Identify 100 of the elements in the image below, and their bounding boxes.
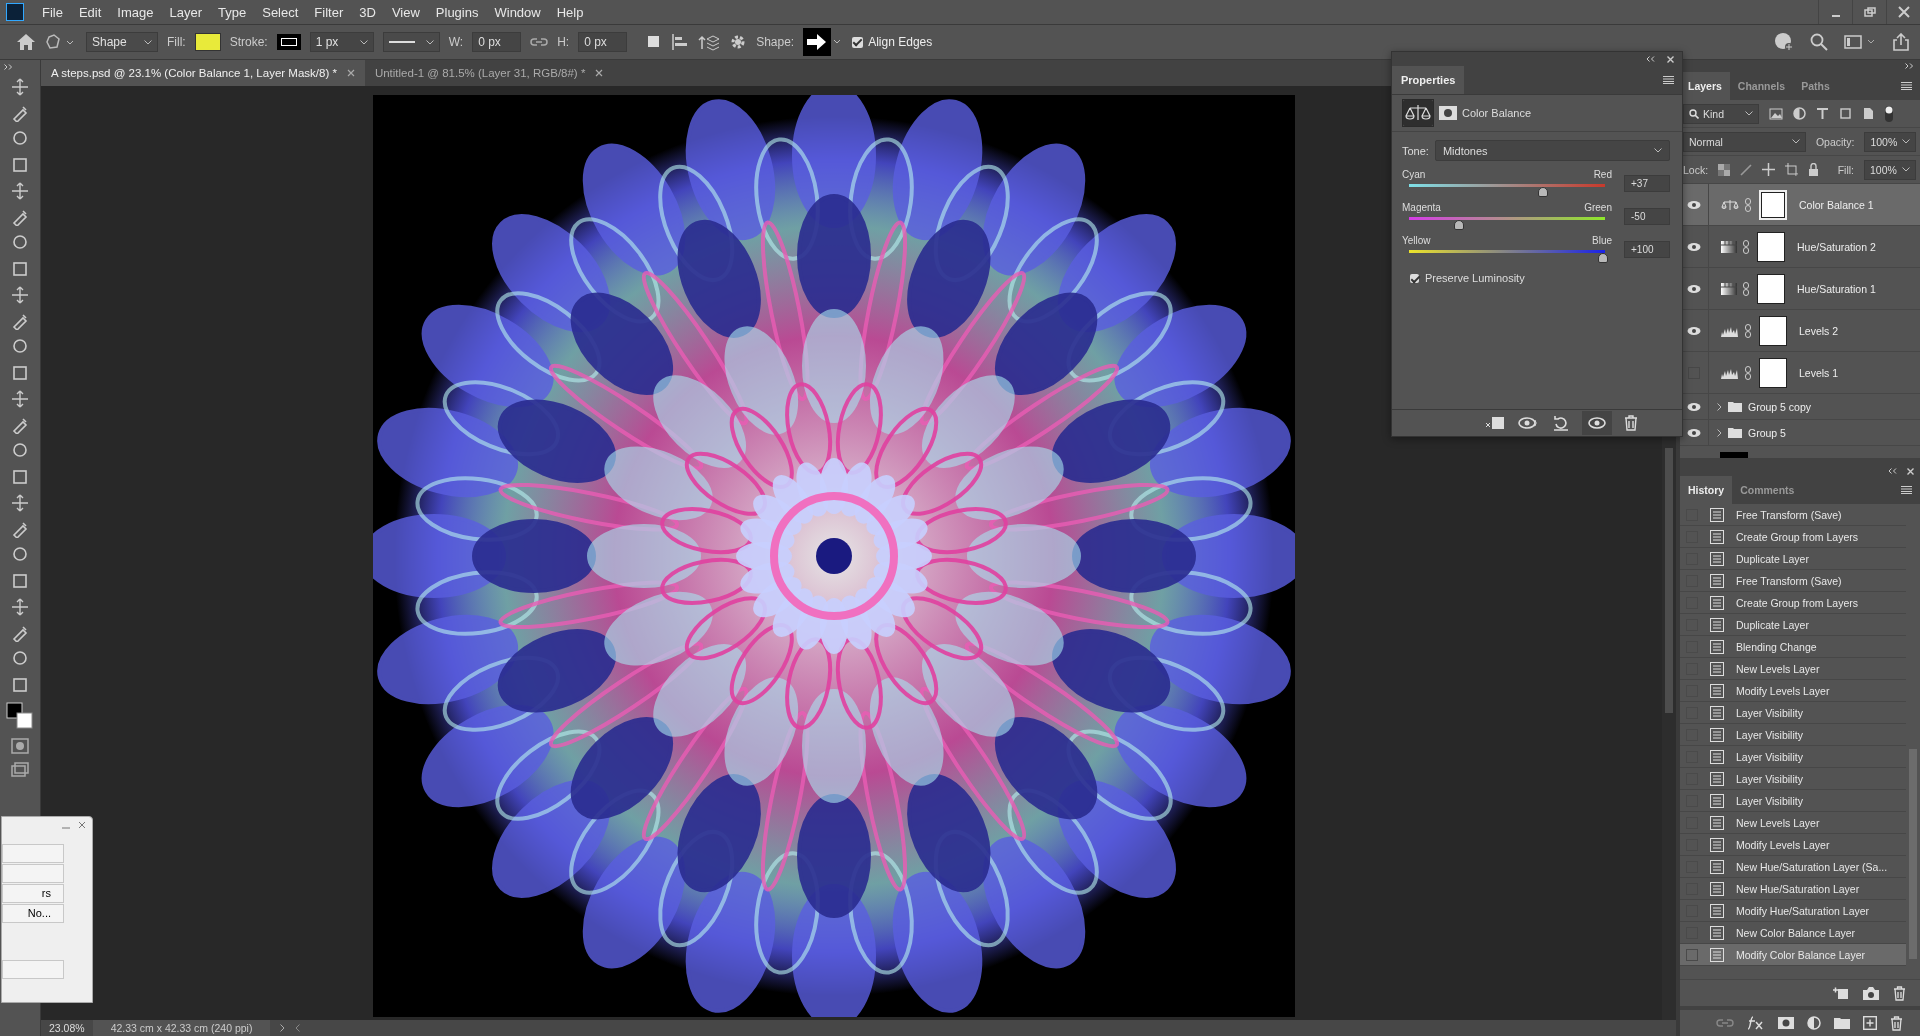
panel-tab[interactable]: Comments [1732, 476, 1803, 504]
chain-link-icon[interactable] [1743, 239, 1749, 254]
fill-color-swatch[interactable] [194, 33, 221, 51]
menu-item[interactable]: Image [109, 4, 162, 20]
close-icon[interactable] [595, 69, 604, 77]
slider-thumb[interactable] [1598, 253, 1608, 263]
menu-item[interactable]: Window [486, 4, 549, 20]
layer-row[interactable]: Hue/Saturation 2 [1680, 226, 1920, 268]
panel-tab[interactable]: Paths [1793, 72, 1838, 100]
layer-row[interactable]: Group 5 [1680, 420, 1920, 446]
stroke-color-swatch[interactable] [276, 34, 301, 50]
history-item[interactable]: Duplicate Layer [1680, 614, 1906, 636]
checker-icon[interactable] [1718, 163, 1731, 176]
reset-icon[interactable] [1552, 415, 1570, 431]
eye-icon[interactable] [1687, 199, 1701, 210]
chevron-right-icon[interactable] [1717, 428, 1722, 437]
artboard-icon[interactable] [1785, 163, 1799, 176]
folder-icon[interactable] [1834, 1017, 1850, 1029]
history-item[interactable]: Layer Visibility [1680, 702, 1906, 724]
history-item[interactable]: Layer Visibility [1680, 790, 1906, 812]
history-item[interactable]: Layer Visibility [1680, 724, 1906, 746]
zoom-level[interactable]: 23.08% [41, 1022, 93, 1034]
home-icon[interactable] [16, 33, 36, 51]
history-item[interactable]: Free Transform (Save) [1680, 504, 1906, 526]
layer-row[interactable]: Levels 1 [1680, 352, 1920, 394]
new-document-icon[interactable] [1833, 986, 1849, 1000]
trash-icon[interactable] [1890, 1015, 1903, 1031]
panel-tab[interactable]: Channels [1729, 72, 1794, 100]
panel-tab[interactable]: Layers [1680, 72, 1730, 100]
eye-icon[interactable] [1687, 325, 1701, 336]
smart-object-filter-icon[interactable] [1862, 107, 1875, 120]
layer-row[interactable]: Group 5 copy [1680, 394, 1920, 420]
menu-item[interactable]: View [383, 4, 428, 20]
history-item[interactable]: Modify Levels Layer [1680, 834, 1906, 856]
width-field[interactable]: 0 px [472, 32, 522, 52]
height-field[interactable]: 0 px [578, 32, 628, 52]
scrollbar-thumb[interactable] [1665, 448, 1673, 713]
tool-mode-dropdown[interactable]: Shape [86, 32, 158, 52]
scrollbar-thumb[interactable] [1909, 749, 1917, 959]
align-icon[interactable] [671, 33, 690, 51]
tone-dropdown[interactable]: Midtones [1434, 140, 1670, 161]
close-icon[interactable] [346, 69, 355, 77]
stroke-type-dropdown[interactable] [382, 32, 440, 52]
mask-icon[interactable] [1439, 106, 1457, 120]
clip-icon[interactable] [1484, 415, 1506, 431]
arrange-icon[interactable] [698, 33, 721, 51]
eye-icon[interactable] [1687, 283, 1701, 294]
filter-toggle-icon[interactable] [1885, 105, 1893, 122]
history-item[interactable]: Modify Color Balance Layer [1680, 944, 1906, 966]
value-field[interactable]: +100 [1624, 241, 1670, 258]
app-logo-icon[interactable] [6, 3, 24, 21]
eye-toggle-icon[interactable] [1518, 415, 1540, 431]
menu-item[interactable]: Type [210, 4, 255, 20]
expand-icon[interactable] [4, 64, 13, 70]
menu-item[interactable]: Plugins [427, 4, 487, 20]
move-icon[interactable] [11, 78, 29, 96]
filter-dropdown[interactable]: Kind [1683, 103, 1759, 124]
history-item[interactable]: Layer Visibility [1680, 768, 1906, 790]
opacity-field[interactable]: 100% [1864, 131, 1916, 152]
workspace-icon[interactable] [1844, 34, 1876, 50]
collapse-icon[interactable] [1888, 468, 1897, 474]
eye-icon[interactable] [1687, 427, 1701, 438]
effects-icon[interactable] [1747, 1016, 1765, 1030]
new-layer-icon[interactable] [1863, 1016, 1877, 1030]
layer-row[interactable]: Hue/Saturation 1 [1680, 268, 1920, 310]
history-item[interactable]: New Levels Layer [1680, 812, 1906, 834]
menu-item[interactable]: File [34, 4, 71, 20]
menu-item[interactable]: Layer [161, 4, 211, 20]
chain-link-icon[interactable] [1743, 281, 1749, 296]
eye-icon[interactable] [1687, 401, 1701, 412]
eye-icon[interactable] [1687, 241, 1701, 252]
menu-item[interactable]: Filter [306, 4, 352, 20]
image-filter-icon[interactable] [1769, 107, 1783, 120]
chevron-left-icon[interactable] [295, 1024, 301, 1032]
menu-item[interactable]: 3D [351, 4, 384, 20]
history-item[interactable]: Modify Hue/Saturation Layer [1680, 900, 1906, 922]
trash-icon[interactable] [1893, 985, 1906, 1001]
screen-mode-icon[interactable] [11, 762, 29, 778]
chain-link-icon[interactable] [1745, 197, 1751, 212]
layer-mask-thumbnail[interactable] [1757, 231, 1785, 262]
menu-item[interactable]: Help [548, 4, 592, 20]
collapse-icon[interactable] [1646, 56, 1655, 62]
blend-mode-dropdown[interactable]: Normal [1683, 131, 1806, 152]
shape-filter-icon[interactable] [1839, 107, 1852, 120]
slider-thumb[interactable] [1454, 220, 1464, 230]
adjustment-icon[interactable] [1807, 1016, 1821, 1030]
mask-icon[interactable] [1778, 1017, 1794, 1029]
document-tab[interactable]: A steps.psd @ 23.1% (Color Balance 1, Layer Mask/8) * [41, 60, 365, 86]
panel-tab[interactable]: History [1680, 476, 1733, 504]
menu-icon[interactable] [1901, 82, 1912, 90]
chain-link-icon[interactable] [1745, 365, 1751, 380]
history-item[interactable]: Modify Levels Layer [1680, 680, 1906, 702]
share-icon[interactable] [1892, 33, 1910, 51]
history-item[interactable]: Layer Visibility [1680, 746, 1906, 768]
align-edges-checkbox[interactable] [852, 36, 864, 48]
history-item[interactable]: Create Group from Layers [1680, 526, 1906, 548]
menu-icon[interactable] [1663, 76, 1674, 84]
stroke-width-field[interactable]: 1 px [309, 32, 374, 52]
close-icon[interactable] [78, 821, 86, 829]
list-button[interactable]: No... [2, 904, 64, 923]
